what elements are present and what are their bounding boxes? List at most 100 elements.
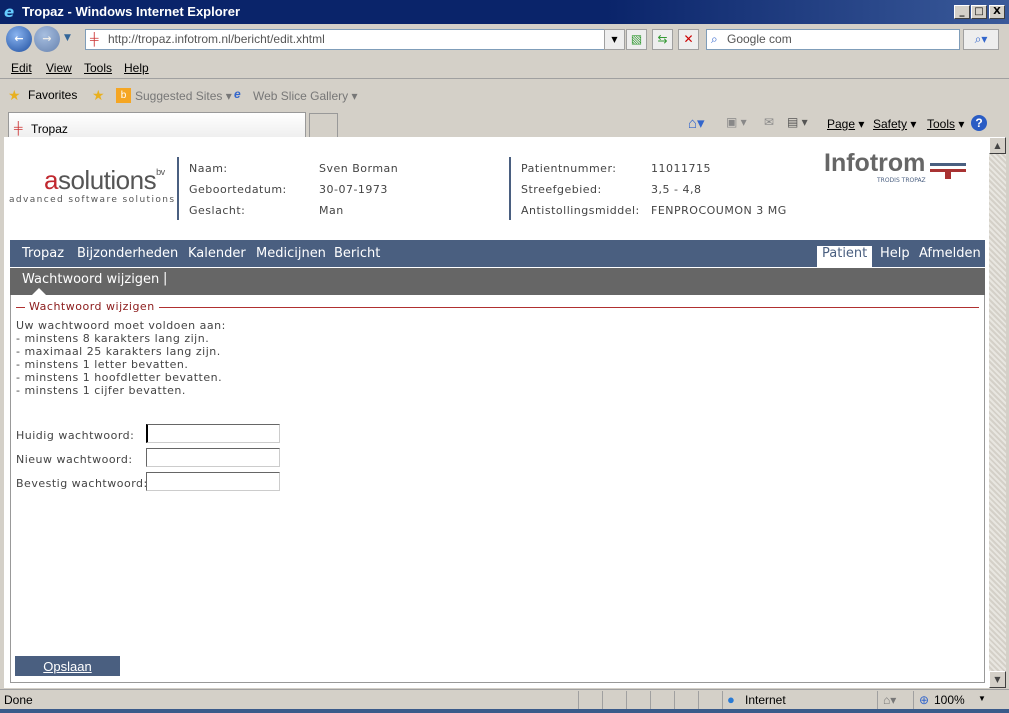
name-value: Sven Borman <box>319 162 399 175</box>
tools-menu-label: Tools <box>927 117 956 131</box>
back-button[interactable]: ← <box>6 26 32 52</box>
browser-tab[interactable]: ╪ Tropaz <box>8 112 306 138</box>
page-menu-label: Page <box>827 117 856 131</box>
site-favicon-icon: ╪ <box>90 32 99 46</box>
zoom-level: 100% <box>934 693 965 707</box>
search-icon: ⌕ <box>711 32 718 46</box>
menu-view[interactable]: View <box>46 61 72 75</box>
infotrom-logo-mark <box>930 163 966 166</box>
suggested-sites-label: Suggested Sites <box>135 89 223 103</box>
web-slice-icon: e <box>234 87 241 101</box>
status-cell <box>626 691 650 709</box>
zone-text: Internet <box>745 693 786 707</box>
anticoagulant-label: Antistollingsmiddel: <box>521 204 640 217</box>
nav-medicijnen[interactable]: Medicijnen <box>256 246 326 261</box>
mail-icon[interactable]: ✉ <box>764 115 774 129</box>
new-password-input[interactable] <box>146 448 280 467</box>
feeds-icon[interactable]: ▣ ▾ <box>726 115 747 129</box>
status-bar: Done ● Internet ⌂▾ ⊕ 100% ▼ <box>0 689 1009 709</box>
zoom-button[interactable]: ⊕ 100% ▼ <box>913 691 989 709</box>
status-cell <box>650 691 674 709</box>
nav-patient[interactable]: Patient <box>817 246 873 268</box>
menu-tools[interactable]: Tools <box>84 61 112 75</box>
protected-mode-button[interactable]: ⌂▾ <box>877 691 913 709</box>
content-panel: Wachtwoord wijzigen Uw wachtwoord moet v… <box>10 295 985 683</box>
anticoagulant-value: FENPROCOUMON 3 MG <box>651 204 787 217</box>
taskbar-edge <box>0 709 1009 713</box>
print-icon[interactable]: ▤ ▾ <box>787 115 808 129</box>
nav-afmelden[interactable]: Afmelden <box>919 246 981 261</box>
search-input[interactable]: ⌕ Google com <box>706 29 960 50</box>
active-indicator-icon <box>32 288 46 295</box>
birthdate-value: 30-07-1973 <box>319 183 388 196</box>
requirement-item: - minstens 1 hoofdletter bevatten. <box>16 371 223 384</box>
nav-help[interactable]: Help <box>880 246 910 261</box>
stop-icon[interactable]: ✕ <box>678 29 699 50</box>
requirement-item: - maximaal 25 karakters lang zijn. <box>16 345 221 358</box>
new-password-label: Nieuw wachtwoord: <box>16 453 133 466</box>
compatibility-view-icon[interactable]: ▧ <box>626 29 647 50</box>
confirm-password-input[interactable] <box>146 472 280 491</box>
gender-value: Man <box>319 204 344 217</box>
page-menu[interactable]: Page ▾ <box>827 117 864 131</box>
ie-logo-icon: e <box>4 3 15 21</box>
favorites-bar: ★ Favorites ★ b Suggested Sites ▾ e Web … <box>0 83 1009 109</box>
zoom-dropdown-icon: ▼ <box>978 694 986 703</box>
maximize-button[interactable]: □ <box>971 5 987 19</box>
menu-help[interactable]: Help <box>124 61 149 75</box>
legend-line <box>16 307 979 308</box>
close-window-button[interactable]: X <box>989 5 1005 19</box>
subnav-separator: | <box>163 271 168 286</box>
tab-favicon-icon: ╪ <box>14 121 23 135</box>
zone-cell: ● Internet <box>722 691 877 709</box>
web-slice-gallery-link[interactable]: Web Slice Gallery ▾ <box>253 89 358 103</box>
subnav-wachtwoord-wijzigen[interactable]: Wachtwoord wijzigen <box>22 272 159 287</box>
save-button[interactable]: Opslaan <box>15 656 120 676</box>
status-cell <box>674 691 698 709</box>
current-password-input[interactable] <box>146 424 280 443</box>
vertical-scrollbar[interactable]: ▲ ▼ <box>989 137 1006 688</box>
address-dropdown-button[interactable]: ▼ <box>604 29 625 50</box>
name-label: Naam: <box>189 162 228 175</box>
nav-bijzonderheden[interactable]: Bijzonderheden <box>77 246 178 261</box>
infotrom-logo: Infotrom <box>824 149 926 177</box>
birthdate-label: Geboortedatum: <box>189 183 287 196</box>
target-range-label: Streefgebied: <box>521 183 602 196</box>
asolutions-logo: asolutionsbv <box>44 165 165 195</box>
scroll-down-button[interactable]: ▼ <box>989 671 1006 688</box>
menu-edit[interactable]: Edit <box>11 61 32 75</box>
status-cell <box>602 691 626 709</box>
patient-number-value: 11011715 <box>651 162 711 175</box>
scroll-up-button[interactable]: ▲ <box>989 137 1006 154</box>
nav-bericht[interactable]: Bericht <box>334 246 380 261</box>
suggested-sites-icon: b <box>116 88 131 103</box>
globe-icon: ● <box>727 692 735 707</box>
header-divider <box>509 157 511 220</box>
favorites-button[interactable]: Favorites <box>28 88 77 102</box>
search-button[interactable]: ⌕▾ <box>963 29 999 50</box>
add-favorite-icon[interactable]: ★ <box>92 87 105 104</box>
history-dropdown-icon[interactable]: ▼ <box>64 33 71 43</box>
requirement-item: - minstens 8 karakters lang zijn. <box>16 332 210 345</box>
status-cell <box>578 691 602 709</box>
page-viewport: asolutionsbv advanced software solutions… <box>4 137 989 688</box>
patient-number-label: Patientnummer: <box>521 162 617 175</box>
tools-menu[interactable]: Tools ▾ <box>927 117 964 131</box>
refresh-icon[interactable]: ⇆ <box>652 29 673 50</box>
minimize-button[interactable]: _ <box>954 5 970 19</box>
current-password-label: Huidig wachtwoord: <box>16 429 135 442</box>
safety-menu[interactable]: Safety ▾ <box>873 117 916 131</box>
address-bar[interactable]: ╪ http://tropaz.infotrom.nl/bericht/edit.… <box>85 29 621 50</box>
new-tab-button[interactable] <box>309 113 338 138</box>
help-icon[interactable]: ? <box>971 115 987 131</box>
tab-title: Tropaz <box>31 122 68 136</box>
gender-label: Geslacht: <box>189 204 246 217</box>
forward-button[interactable]: → <box>34 26 60 52</box>
safety-menu-label: Safety <box>873 117 908 131</box>
suggested-sites-link[interactable]: Suggested Sites ▾ <box>135 89 232 103</box>
zoom-icon: ⊕ <box>919 693 930 707</box>
nav-kalender[interactable]: Kalender <box>188 246 246 261</box>
main-nav: Tropaz Bijzonderheden Kalender Medicijne… <box>10 240 985 268</box>
home-icon[interactable]: ⌂▾ <box>688 114 705 132</box>
nav-tropaz[interactable]: Tropaz <box>22 246 64 261</box>
